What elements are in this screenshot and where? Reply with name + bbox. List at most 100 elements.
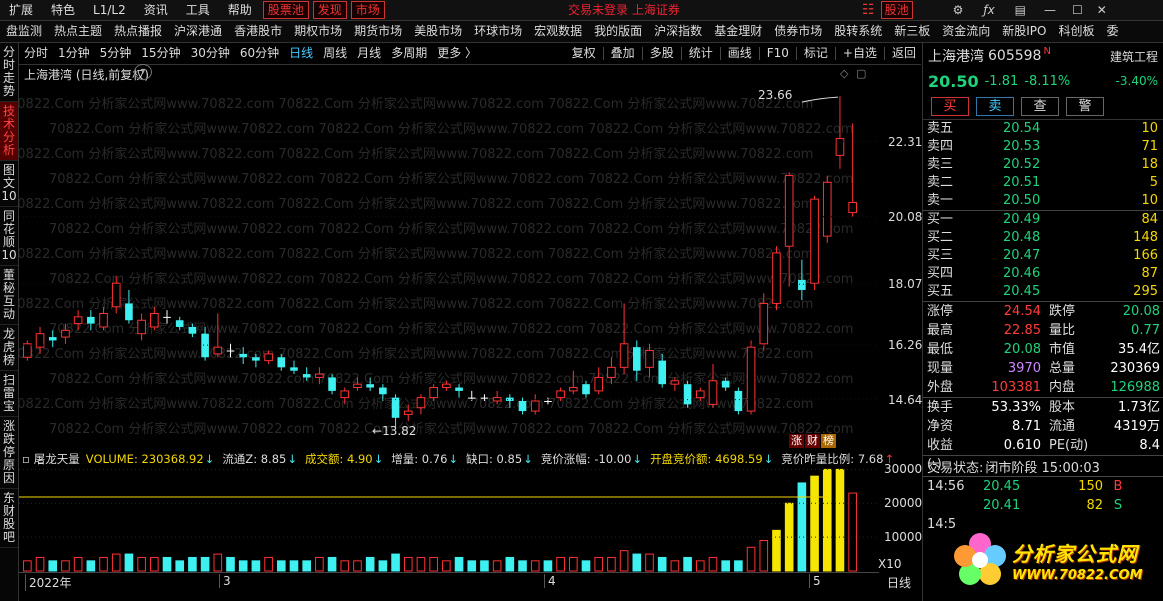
- formula-icon[interactable]: ƒx: [983, 3, 994, 17]
- menu-boxed-0[interactable]: 股票池: [262, 1, 309, 19]
- book-row[interactable]: 卖五 20.54 10: [923, 120, 1163, 138]
- watermark-line: 70822.Com 分析家公式网www.70822.com 70822.Com …: [49, 171, 853, 187]
- minimize-icon[interactable]: —: [1044, 3, 1056, 17]
- volume-tick: 20000: [884, 496, 923, 511]
- bid-book: 买一 20.49 84 买二 20.48 148 买三 20.47 166 买四 20.46 87 买五…: [923, 210, 1163, 301]
- chart-action-2[interactable]: 多股: [645, 43, 679, 64]
- trade-button-2[interactable]: 查: [1021, 96, 1059, 116]
- candle-body: [353, 383, 362, 389]
- nav-item-15[interactable]: 新三板: [888, 21, 936, 42]
- nav-item-0[interactable]: 盘监测: [0, 21, 48, 42]
- stock-pool-button[interactable]: 股池: [880, 1, 913, 19]
- stat-row: 外盘 103381 内盘 126988: [923, 378, 1163, 397]
- left-tab-3[interactable]: 同花顺10: [0, 207, 18, 266]
- chart-action-5[interactable]: F10: [762, 43, 794, 64]
- left-tab-1[interactable]: 技术分析: [0, 102, 18, 161]
- left-tab-7[interactable]: 涨跌停原因: [0, 417, 18, 489]
- period-tab-8[interactable]: 月线: [352, 43, 386, 64]
- book-row[interactable]: 卖四 20.53 71: [923, 138, 1163, 156]
- left-tab-2[interactable]: 图文10: [0, 161, 18, 207]
- menu-boxed-1[interactable]: 发现: [312, 1, 347, 19]
- book-row[interactable]: 卖三 20.52 18: [923, 156, 1163, 174]
- trade-button-3[interactable]: 警: [1066, 96, 1104, 116]
- period-tab-1[interactable]: 1分钟: [53, 43, 95, 64]
- stock-pool-icon[interactable]: ☷: [862, 2, 875, 18]
- settings-icon[interactable]: ⚙: [953, 3, 964, 17]
- menu-item-4[interactable]: 工具: [177, 0, 219, 20]
- book-row[interactable]: 买四 20.46 87: [923, 265, 1163, 283]
- menu-item-2[interactable]: L1/L2: [84, 0, 135, 20]
- nav-item-9[interactable]: 宏观数据: [528, 21, 588, 42]
- book-row[interactable]: 买二 20.48 148: [923, 229, 1163, 247]
- menu-item-3[interactable]: 资讯: [135, 0, 177, 20]
- nav-item-12[interactable]: 基金理财: [708, 21, 768, 42]
- nav-item-4[interactable]: 香港股市: [228, 21, 288, 42]
- book-row[interactable]: 买三 20.47 166: [923, 247, 1163, 265]
- watermark-line: 70822.Com 分析家公式网www.70822.com 70822.Com …: [19, 96, 813, 112]
- indicator-name[interactable]: 屠龙天量: [34, 451, 80, 467]
- nav-item-3[interactable]: 沪深港通: [168, 21, 228, 42]
- nav-item-5[interactable]: 期权市场: [288, 21, 348, 42]
- nav-item-16[interactable]: 资金流向: [936, 21, 996, 42]
- nav-item-10[interactable]: 我的版面: [588, 21, 648, 42]
- close-icon[interactable]: ✕: [1097, 3, 1107, 17]
- book-row[interactable]: 卖一 20.50 10: [923, 192, 1163, 210]
- indicator-dropdown-icon[interactable]: ▫: [22, 452, 30, 466]
- left-tab-8[interactable]: 东财股吧: [0, 489, 18, 548]
- period-tab-2[interactable]: 5分钟: [95, 43, 137, 64]
- period-tab-6[interactable]: 日线: [284, 43, 318, 64]
- left-tab-4[interactable]: 董秘互动: [0, 266, 18, 325]
- nav-item-13[interactable]: 债券市场: [768, 21, 828, 42]
- left-tab-0[interactable]: 分时走势: [0, 43, 18, 102]
- layout-icon[interactable]: ▤: [1015, 3, 1026, 17]
- period-tab-7[interactable]: 周线: [318, 43, 352, 64]
- nav-item-2[interactable]: 热点播报: [108, 21, 168, 42]
- maximize-icon[interactable]: ☐: [1072, 3, 1083, 17]
- chart-action-3[interactable]: 统计: [684, 43, 718, 64]
- nav-item-14[interactable]: 股转系统: [828, 21, 888, 42]
- left-tabs: 分时走势 技术分析 图文10 同花顺10 董秘互动 龙虎榜 扫雷宝 涨跌停原因 东财股吧: [0, 43, 19, 601]
- trade-button-1[interactable]: 卖: [976, 96, 1014, 116]
- nav-item-8[interactable]: 环球市场: [468, 21, 528, 42]
- book-row[interactable]: 卖二 20.51 5: [923, 174, 1163, 192]
- menu-boxed-items: 股票池 发现 市场: [261, 1, 387, 19]
- chart-action-4[interactable]: 画线: [723, 43, 757, 64]
- period-tab-5[interactable]: 60分钟: [235, 43, 284, 64]
- nav-item-19[interactable]: 委: [1101, 21, 1125, 42]
- period-tab-10[interactable]: 更多 〉: [432, 43, 482, 64]
- period-tab-9[interactable]: 多周期: [386, 43, 432, 64]
- nav-item-17[interactable]: 新股IPO: [996, 21, 1052, 42]
- watermark-line: 70822.Com 分析家公式网www.70822.com 70822.Com …: [49, 321, 853, 337]
- nav-item-11[interactable]: 沪深指数: [648, 21, 708, 42]
- candle-body: [290, 367, 298, 371]
- trade-button-0[interactable]: 买: [931, 96, 969, 116]
- industry-name[interactable]: 建筑工程: [1110, 48, 1163, 65]
- menu-boxed-2[interactable]: 市场: [350, 1, 385, 19]
- menu-item-5[interactable]: 帮助: [219, 0, 261, 20]
- book-row[interactable]: 买五 20.45 295: [923, 283, 1163, 301]
- volume-tick: 30000: [884, 462, 923, 477]
- left-tab-5[interactable]: 龙虎榜: [0, 325, 18, 371]
- volume-bar: [619, 550, 629, 572]
- chart-action-0[interactable]: 复权: [567, 43, 601, 64]
- trade-state-row: 交易状态: 闭市阶段 15:00:03: [923, 455, 1163, 476]
- nav-item-1[interactable]: 热点主题: [48, 21, 108, 42]
- nav-item-6[interactable]: 期货市场: [348, 21, 408, 42]
- left-tab-6[interactable]: 扫雷宝: [0, 371, 18, 417]
- chart-action-8[interactable]: 返回: [887, 43, 921, 64]
- zct-badge[interactable]: 涨 财 榜: [789, 434, 836, 448]
- candlestick-chart[interactable]: 70822.Com 分析家公式网www.70822.com 70822.Com …: [19, 78, 922, 599]
- chart-action-1[interactable]: 叠加: [606, 43, 640, 64]
- nav-item-7[interactable]: 美股市场: [408, 21, 468, 42]
- chart-action-6[interactable]: 标记: [799, 43, 833, 64]
- chart-action-7[interactable]: +自选: [838, 43, 882, 64]
- book-row[interactable]: 买一 20.49 84: [923, 211, 1163, 229]
- period-tab-3[interactable]: 15分钟: [136, 43, 185, 64]
- nav-item-18[interactable]: 科创板: [1053, 21, 1101, 42]
- period-tab-4[interactable]: 30分钟: [186, 43, 235, 64]
- period-tab-0[interactable]: 分时: [19, 43, 53, 64]
- menu-item-1[interactable]: 特色: [42, 0, 84, 20]
- menu-item-0[interactable]: 扩展: [0, 0, 42, 20]
- volume-bar: [23, 560, 32, 572]
- candle-body: [403, 410, 413, 415]
